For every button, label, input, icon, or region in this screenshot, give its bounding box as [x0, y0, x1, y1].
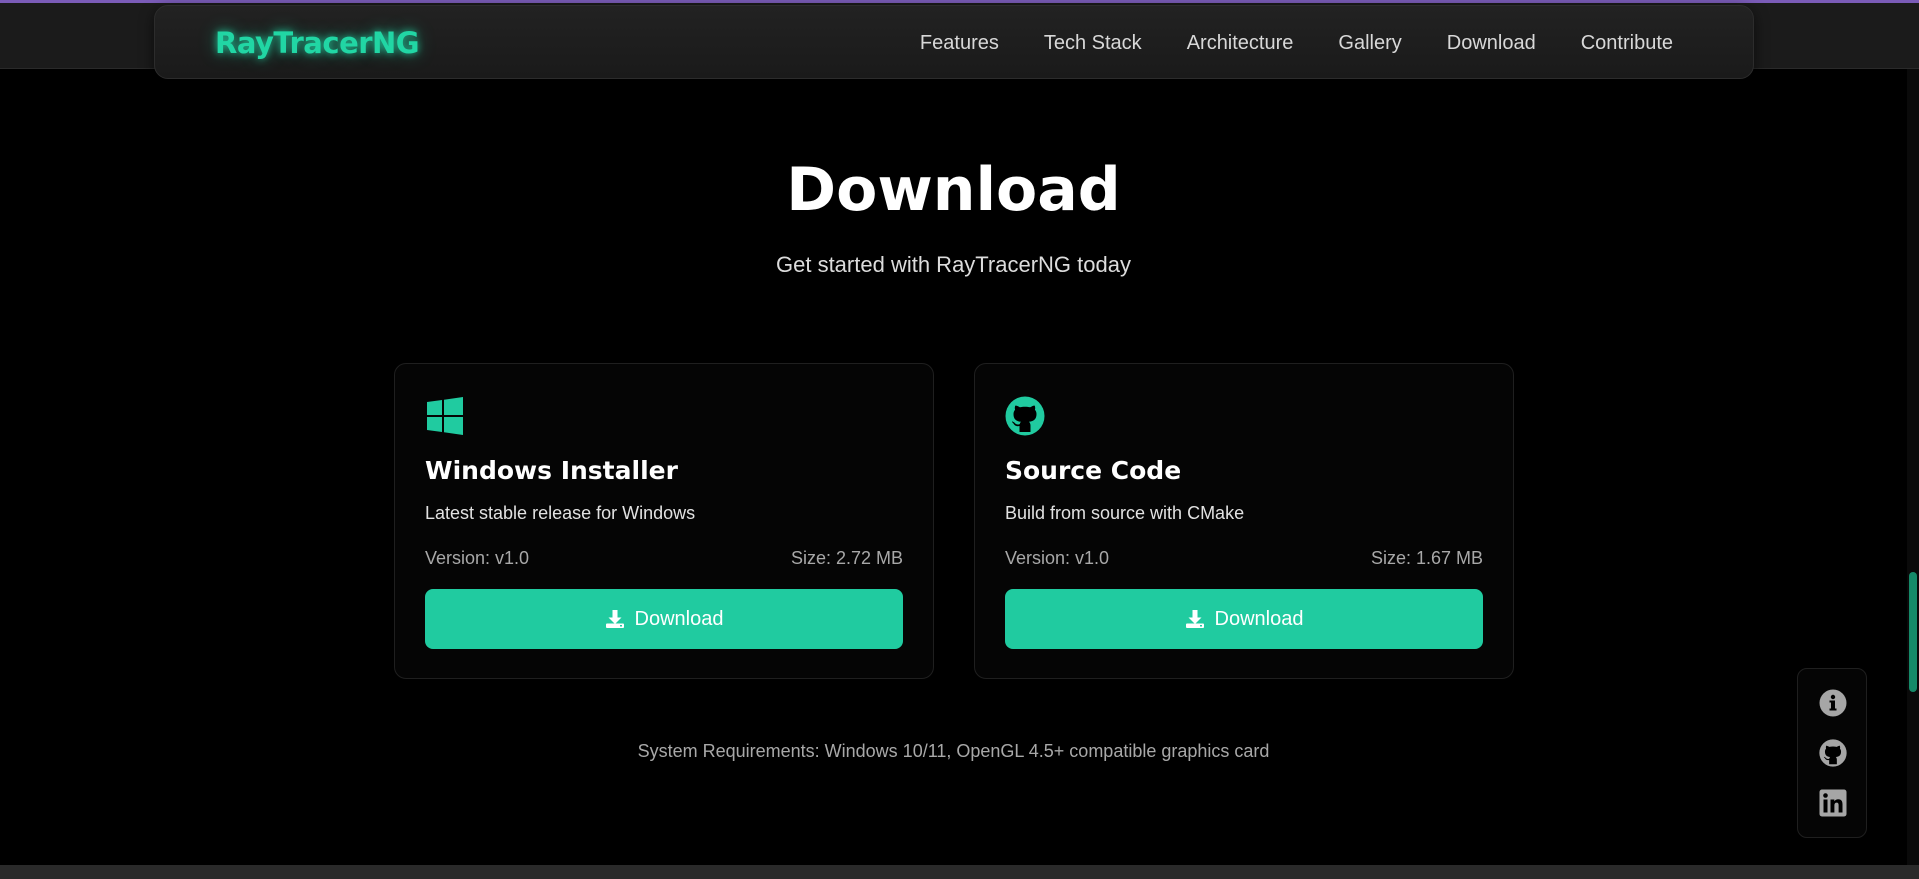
info-icon[interactable] — [1819, 689, 1847, 717]
nav-links: Features Tech Stack Architecture Gallery… — [920, 6, 1673, 80]
linkedin-icon[interactable] — [1819, 789, 1847, 817]
nav-link-features[interactable]: Features — [920, 32, 999, 55]
nav-link-gallery[interactable]: Gallery — [1338, 32, 1401, 55]
site-logo[interactable]: RayTracerNG — [215, 26, 420, 60]
download-icon — [605, 610, 624, 628]
windows-icon — [427, 397, 463, 435]
system-requirements: System Requirements: Windows 10/11, Open… — [637, 741, 1270, 761]
card-title: Source Code — [1005, 456, 1182, 485]
nav-link-contribute[interactable]: Contribute — [1581, 32, 1673, 55]
source-download-button[interactable]: Download — [1005, 589, 1483, 649]
version-label: Version: v1.0 — [1005, 548, 1110, 568]
nav-link-architecture[interactable]: Architecture — [1187, 32, 1294, 55]
nav-link-download[interactable]: Download — [1447, 32, 1536, 55]
download-button-label: Download — [1214, 607, 1304, 630]
version-label: Version: v1.0 — [425, 548, 530, 568]
download-button-label: Download — [634, 607, 724, 630]
github-icon[interactable] — [1819, 739, 1847, 767]
size-label: Size: 1.67 MB — [1370, 548, 1483, 568]
section-subtitle: Get started with RayTracerNG today — [776, 252, 1131, 277]
bottom-bar — [0, 865, 1919, 879]
navbar: RayTracerNG Features Tech Stack Architec… — [154, 5, 1754, 79]
scrollbar-track[interactable] — [1907, 69, 1919, 865]
section-title: Download — [786, 155, 1121, 225]
download-icon — [1185, 610, 1204, 628]
nav-link-tech-stack[interactable]: Tech Stack — [1044, 32, 1142, 55]
social-links-panel — [1797, 668, 1867, 838]
card-description: Latest stable release for Windows — [425, 503, 696, 523]
card-meta: Version: v1.0 Size: 2.72 MB — [425, 548, 903, 569]
windows-download-button[interactable]: Download — [425, 589, 903, 649]
windows-installer-card: Windows Installer Latest stable release … — [394, 363, 934, 679]
scrollbar-thumb[interactable] — [1909, 572, 1917, 692]
size-label: Size: 2.72 MB — [790, 548, 903, 568]
github-icon — [1005, 396, 1045, 436]
source-code-card: Source Code Build from source with CMake… — [974, 363, 1514, 679]
card-description: Build from source with CMake — [1005, 503, 1245, 523]
card-title: Windows Installer — [425, 456, 678, 485]
card-meta: Version: v1.0 Size: 1.67 MB — [1005, 548, 1483, 569]
